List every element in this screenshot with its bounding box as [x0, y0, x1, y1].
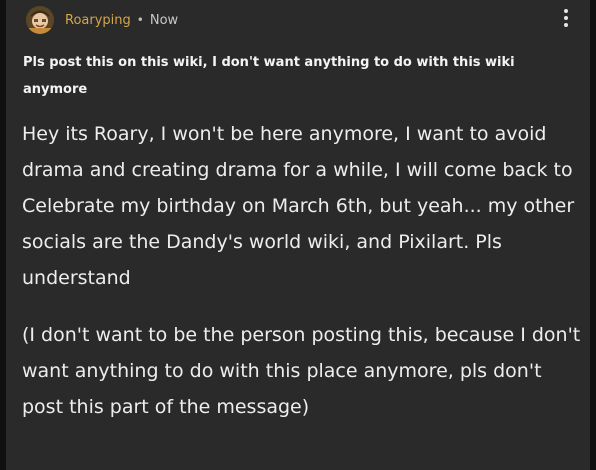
more-vertical-icon[interactable] — [556, 6, 576, 30]
avatar-image — [26, 6, 54, 34]
post-paragraph: Hey its Roary, I won't be here anymore, … — [22, 123, 575, 289]
post-title: Pls post this on this wiki, I don't want… — [23, 55, 515, 97]
post-body: Hey its Roary, I won't be here anymore, … — [22, 116, 582, 446]
menu-dot — [564, 23, 568, 27]
menu-dot — [564, 9, 568, 13]
post-card: Roaryping • Now Pls post this on this wi… — [6, 0, 590, 470]
author-username[interactable]: Roaryping — [65, 13, 131, 28]
post-paragraph: (I don't want to be the person posting t… — [22, 324, 581, 418]
post-header: Roaryping • Now — [26, 6, 178, 34]
menu-dot — [564, 16, 568, 20]
meta-separator: • — [136, 13, 144, 27]
post-timestamp: Now — [149, 12, 179, 28]
author-avatar[interactable] — [26, 6, 54, 34]
